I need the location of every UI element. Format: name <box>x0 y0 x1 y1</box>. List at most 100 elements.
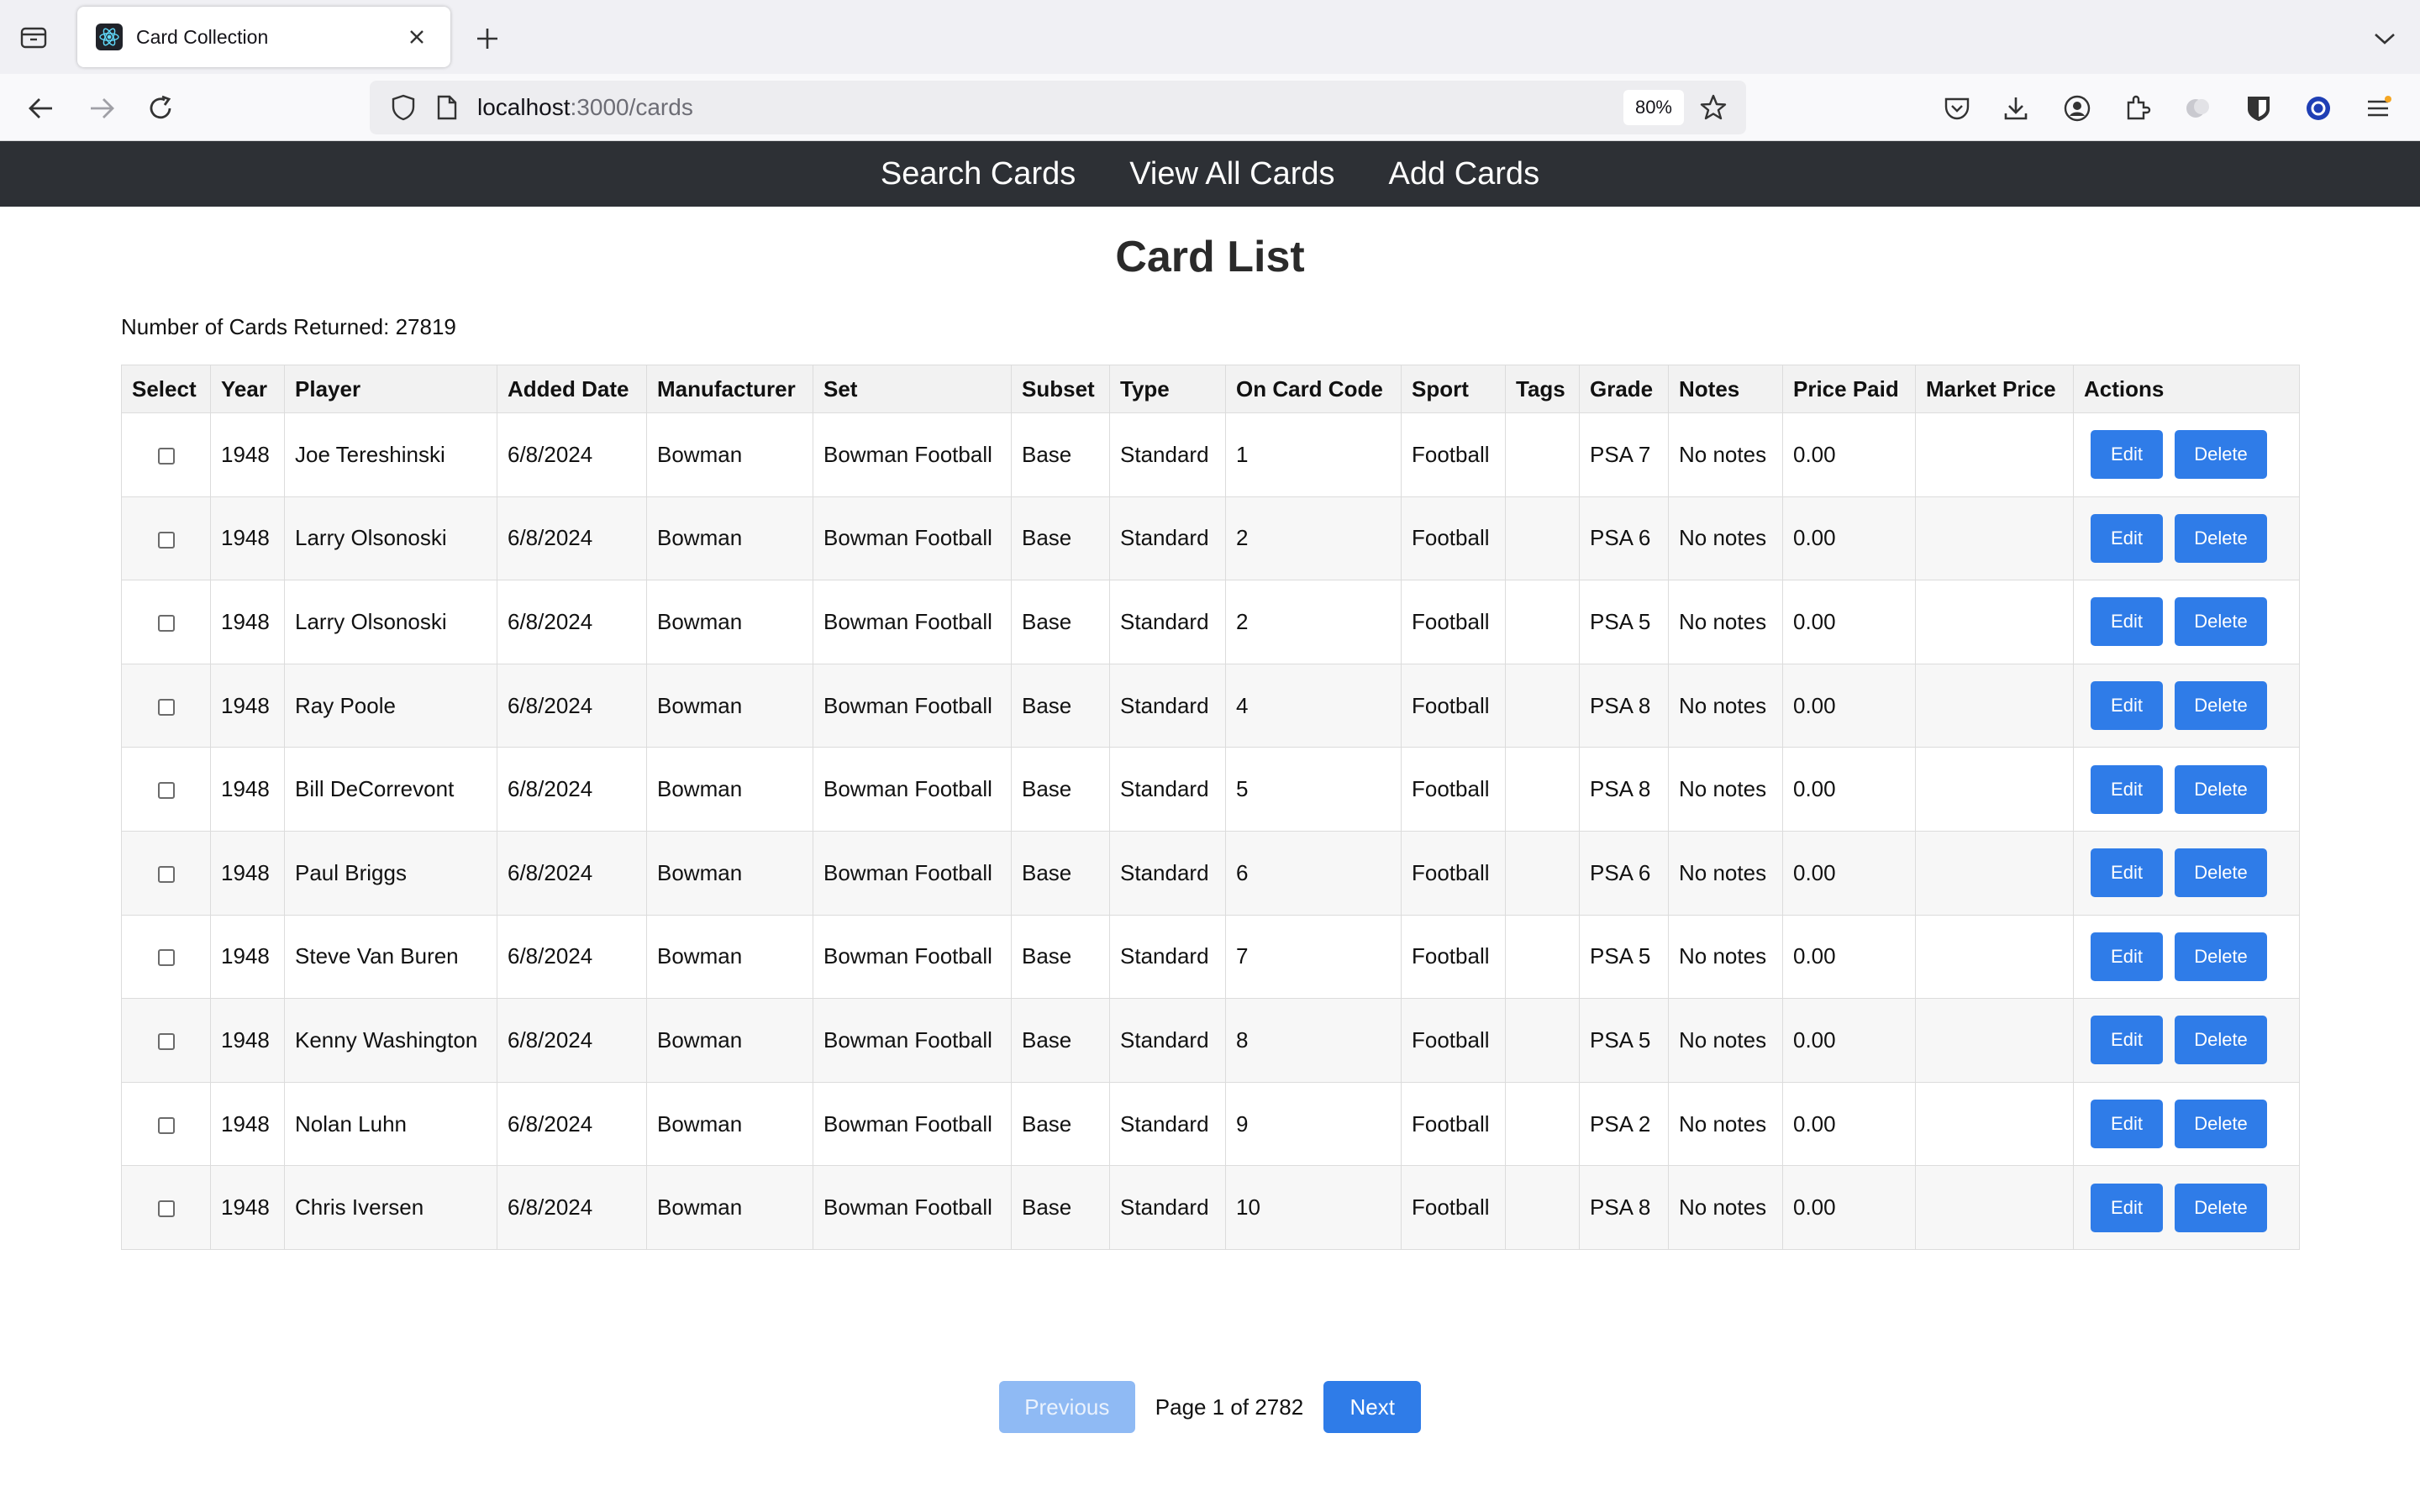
cell-subset: Base <box>1011 1081 1110 1167</box>
row-select-checkbox[interactable] <box>157 615 175 633</box>
row-select-checkbox[interactable] <box>157 949 175 967</box>
extensions-icon[interactable] <box>2120 91 2155 126</box>
cell-added: 6/8/2024 <box>497 663 647 748</box>
row-select-checkbox[interactable] <box>157 782 175 800</box>
cell-player: Joe Tereshinski <box>284 412 497 497</box>
extension-circle-icon[interactable] <box>2301 91 2336 126</box>
cell-manufacturer: Bowman <box>646 1165 813 1250</box>
download-icon[interactable] <box>1998 91 2033 126</box>
column-header: Grade <box>1579 365 1669 413</box>
forward-icon[interactable] <box>82 89 121 128</box>
table-row: 1948 Paul Briggs 6/8/2024 Bowman Bowman Foot… <box>121 830 2300 916</box>
previous-page-button[interactable]: Previous <box>998 1381 1135 1433</box>
edit-button[interactable]: Edit <box>2091 932 2163 981</box>
edit-button[interactable]: Edit <box>2091 681 2163 731</box>
edit-button[interactable]: Edit <box>2091 1100 2163 1149</box>
menu-icon[interactable] <box>2361 91 2396 126</box>
account-icon[interactable] <box>2060 91 2095 126</box>
cell-year: 1948 <box>210 914 285 1000</box>
tab-list-icon[interactable] <box>17 22 50 52</box>
cell-sport: Football <box>1401 830 1506 916</box>
actions-cell: Edit Delete <box>2073 1165 2300 1250</box>
cell-code: 8 <box>1225 998 1402 1083</box>
pagination: Previous Page 1 of 2782 Next <box>0 1381 2420 1433</box>
select-cell <box>121 747 211 832</box>
cell-notes: No notes <box>1668 998 1783 1083</box>
table-row: 1948 Kenny Washington 6/8/2024 Bowman Bowman… <box>121 998 2300 1083</box>
cell-type: Standard <box>1109 663 1226 748</box>
cell-code: 5 <box>1225 747 1402 832</box>
edit-button[interactable]: Edit <box>2091 848 2163 898</box>
cell-year: 1948 <box>210 580 285 664</box>
nav-add-cards[interactable]: Add Cards <box>1389 156 1540 192</box>
column-header: Sport <box>1401 365 1506 413</box>
cell-tags <box>1505 1165 1580 1250</box>
cell-sport: Football <box>1401 412 1506 497</box>
plus-icon[interactable] <box>469 20 506 57</box>
edit-button[interactable]: Edit <box>2091 1183 2163 1232</box>
back-icon[interactable] <box>22 89 60 128</box>
delete-button[interactable]: Delete <box>2175 764 2267 814</box>
row-select-checkbox[interactable] <box>157 1033 175 1051</box>
delete-button[interactable]: Delete <box>2175 597 2267 647</box>
row-select-checkbox[interactable] <box>157 1116 175 1134</box>
cell-code: 1 <box>1225 412 1402 497</box>
row-select-checkbox[interactable] <box>157 447 175 465</box>
edit-button[interactable]: Edit <box>2091 597 2163 647</box>
cell-manufacturer: Bowman <box>646 580 813 664</box>
delete-button[interactable]: Delete <box>2175 1183 2267 1232</box>
next-page-button[interactable]: Next <box>1323 1381 1422 1433</box>
row-select-checkbox[interactable] <box>157 1200 175 1218</box>
chevron-down-icon[interactable] <box>2366 20 2403 57</box>
delete-button[interactable]: Delete <box>2175 681 2267 731</box>
extension-icon[interactable] <box>2181 91 2216 126</box>
pocket-icon[interactable] <box>1939 91 1975 126</box>
row-select-checkbox[interactable] <box>157 531 175 549</box>
cell-tags <box>1505 747 1580 832</box>
delete-button[interactable]: Delete <box>2175 1016 2267 1065</box>
shield-icon[interactable] <box>388 92 418 123</box>
cell-manufacturer: Bowman <box>646 496 813 581</box>
cell-added: 6/8/2024 <box>497 914 647 1000</box>
row-select-checkbox[interactable] <box>157 865 175 883</box>
edit-button[interactable]: Edit <box>2091 513 2163 563</box>
delete-button[interactable]: Delete <box>2175 848 2267 898</box>
cell-year: 1948 <box>210 496 285 581</box>
delete-button[interactable]: Delete <box>2175 1100 2267 1149</box>
browser-tab-active[interactable]: Card Collection <box>77 7 450 67</box>
table-row: 1948 Joe Tereshinski 6/8/2024 Bowman Bowman … <box>121 412 2300 497</box>
cell-type: Standard <box>1109 998 1226 1083</box>
page-icon[interactable] <box>434 92 460 123</box>
select-cell <box>121 1081 211 1167</box>
delete-button[interactable]: Delete <box>2175 430 2267 480</box>
bitwarden-icon[interactable] <box>2241 91 2276 126</box>
close-icon[interactable] <box>402 22 432 52</box>
nav-search-cards[interactable]: Search Cards <box>881 156 1076 192</box>
delete-button[interactable]: Delete <box>2175 513 2267 563</box>
zoom-level-badge[interactable]: 80% <box>1623 90 1684 125</box>
edit-button[interactable]: Edit <box>2091 430 2163 480</box>
edit-button[interactable]: Edit <box>2091 1016 2163 1065</box>
delete-button[interactable]: Delete <box>2175 932 2267 981</box>
column-header: Subset <box>1011 365 1110 413</box>
browser-toolbar: localhost:3000/cards 80% <box>0 74 2420 141</box>
cell-market-price <box>1915 1081 2074 1167</box>
select-cell <box>121 914 211 1000</box>
cell-added: 6/8/2024 <box>497 496 647 581</box>
url-bar[interactable]: localhost:3000/cards 80% <box>370 81 1746 134</box>
cell-notes: No notes <box>1668 914 1783 1000</box>
reload-icon[interactable] <box>141 89 180 128</box>
cell-price-paid: 0.00 <box>1782 1081 1916 1167</box>
cell-tags <box>1505 998 1580 1083</box>
row-select-checkbox[interactable] <box>157 698 175 716</box>
nav-view-all-cards[interactable]: View All Cards <box>1129 156 1334 192</box>
select-cell <box>121 412 211 497</box>
browser-tab-strip: Card Collection <box>0 0 2420 74</box>
cell-price-paid: 0.00 <box>1782 1165 1916 1250</box>
actions-cell: Edit Delete <box>2073 830 2300 916</box>
edit-button[interactable]: Edit <box>2091 764 2163 814</box>
star-icon[interactable] <box>1696 90 1731 125</box>
table-row: 1948 Ray Poole 6/8/2024 Bowman Bowman Footba… <box>121 663 2300 748</box>
url-text[interactable]: localhost:3000/cards <box>477 94 1623 121</box>
column-header: Notes <box>1668 365 1783 413</box>
